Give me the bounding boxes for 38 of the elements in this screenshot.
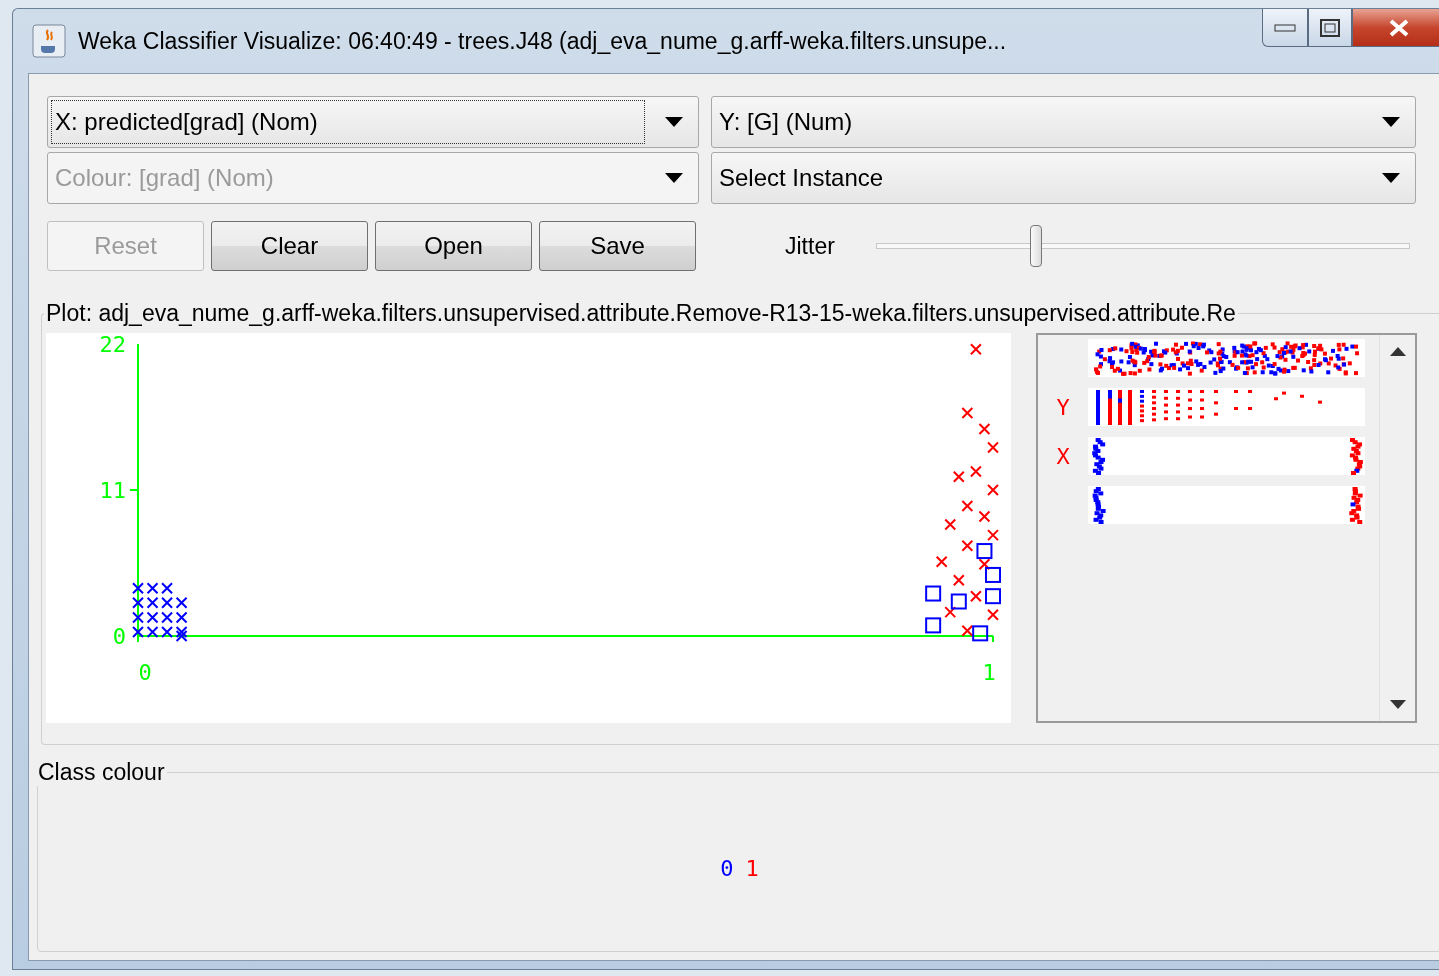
jitter-slider[interactable]	[873, 224, 1413, 268]
close-button[interactable]	[1352, 9, 1439, 47]
caret-icon	[665, 117, 683, 127]
axis-marker: X	[1056, 443, 1070, 469]
plot-title: Plot: adj_eva_nume_g.arff-weka.filters.unsupervised.attribute.Remove-R13-15-weka.filters.unsupervised.attribute.Re	[45, 300, 1237, 327]
attribute-strip-drawing[interactable]	[1088, 486, 1365, 524]
window-title: Weka Classifier Visualize: 06:40:49 - trees.J48 (adj_eva_nume_g.arff-weka.filters.unsupe...	[78, 27, 1007, 55]
caret-icon	[665, 173, 683, 183]
dropdown[interactable]: Select Instance	[711, 152, 1416, 204]
maximize-button[interactable]	[1308, 9, 1352, 47]
y-tick-label: 11	[99, 478, 126, 503]
scroll-down-icon[interactable]	[1389, 700, 1406, 709]
x-tick-label: 1	[982, 660, 996, 685]
attribute-strip-drawing[interactable]	[1088, 437, 1365, 475]
toolbar-button[interactable]: Save	[539, 221, 696, 271]
scroll-up-icon[interactable]	[1389, 347, 1406, 356]
axis-marker: Y	[1056, 394, 1070, 420]
toolbar-button[interactable]: Clear	[211, 221, 368, 271]
jitter-label: Jitter	[785, 232, 836, 260]
y-tick-label: 22	[99, 333, 126, 357]
caret-icon	[1382, 173, 1400, 183]
class-label[interactable]: 0	[720, 856, 734, 881]
toolbar-button[interactable]: Open	[375, 221, 532, 271]
jitter-slider-thumb[interactable]	[1030, 225, 1043, 267]
caret-icon	[1382, 117, 1400, 127]
minimize-button[interactable]	[1262, 9, 1308, 47]
attribute-strip-drawing[interactable]	[1088, 388, 1365, 426]
attribute-strip-drawing[interactable]	[1088, 339, 1365, 377]
java-cup-icon	[32, 24, 66, 58]
dropdown[interactable]: Y: [G] (Num)	[711, 96, 1416, 148]
maximize-icon	[1320, 18, 1340, 37]
minimize-icon	[1274, 23, 1296, 32]
close-icon	[1388, 18, 1410, 37]
class-label[interactable]: 1	[745, 856, 759, 881]
x-tick-label: 0	[138, 660, 152, 685]
class-colour-title: Class colour	[37, 759, 166, 786]
dropdown[interactable]: X: predicted[grad] (Nom)	[47, 96, 699, 148]
y-tick-label: 0	[112, 624, 126, 649]
